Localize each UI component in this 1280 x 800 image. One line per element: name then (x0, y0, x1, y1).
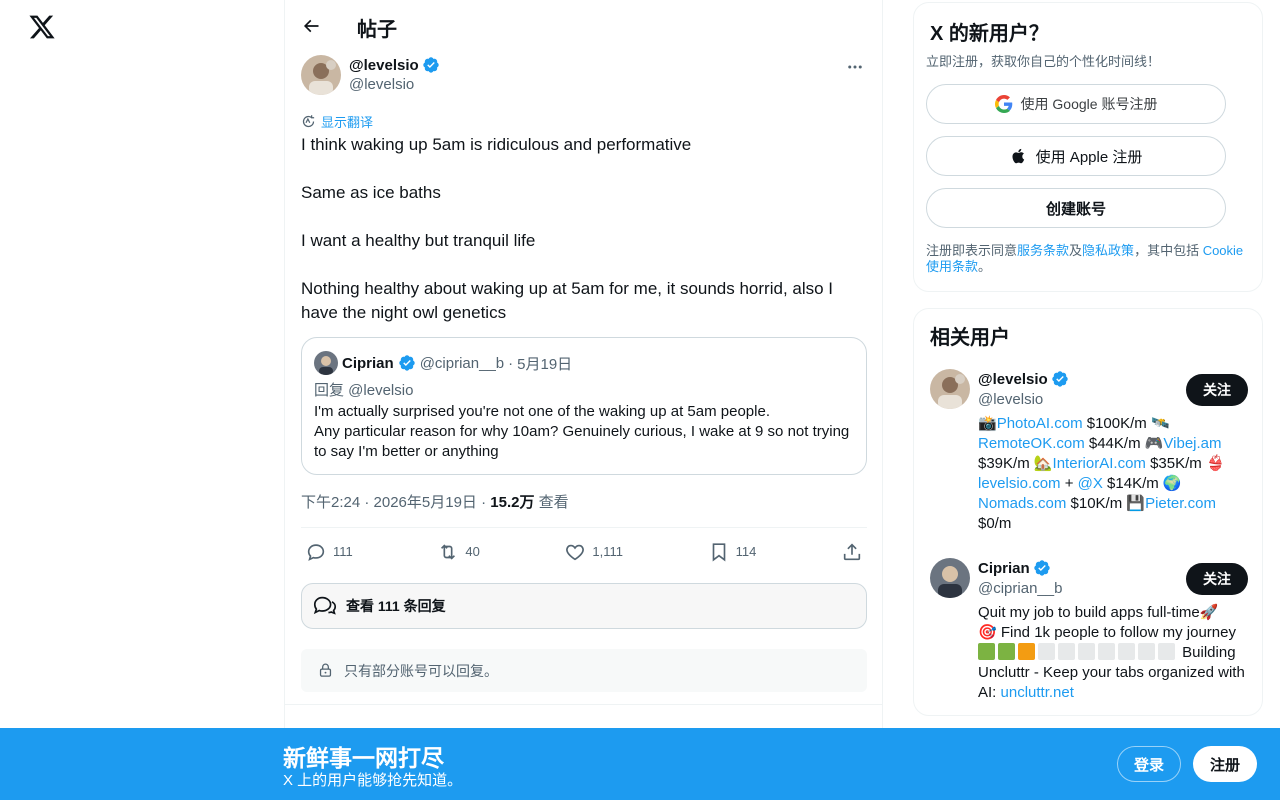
left-nav (0, 0, 284, 800)
login-button[interactable]: 登录 (1117, 746, 1181, 782)
progress-square (1098, 643, 1115, 660)
banner-title: 新鲜事一网打尽 (283, 745, 444, 771)
post-actions: 111 40 1,111 114 (301, 527, 867, 575)
main-column: 帖子 @levelsio @levelsio 显示翻译 I think waki… (284, 0, 883, 800)
reply-button[interactable]: 111 (305, 541, 353, 563)
progress-square (1038, 643, 1055, 660)
quoted-post-date: 5月19日 (517, 355, 573, 373)
progress-square (1138, 643, 1155, 660)
quoted-post-header: Ciprian @ciprian__b · 5月19日 (314, 351, 572, 375)
page-title: 帖子 (357, 19, 397, 41)
progress-square (978, 643, 995, 660)
banner-subtitle: X 上的用户能够抢先知道。 (283, 772, 463, 789)
like-button[interactable]: 1,111 (564, 541, 623, 563)
related-users-title: 相关用户 (930, 327, 1010, 349)
progress-square (1058, 643, 1075, 660)
signup-subtitle: 立即注册，获取你自己的个性化时间线！ (926, 54, 1161, 69)
bio-link[interactable]: Nomads.com (978, 495, 1066, 512)
lock-icon (319, 663, 332, 677)
verified-badge-icon (1033, 559, 1051, 577)
follow-button[interactable]: 关注 (1186, 374, 1248, 406)
signup-banner: 新鲜事一网打尽 X 上的用户能够抢先知道。 登录 注册 (0, 728, 1280, 800)
post-paragraph: Nothing healthy about waking up at 5am f… (301, 279, 834, 322)
author-handle[interactable]: @levelsio (349, 76, 414, 93)
post-author: @levelsio @levelsio (301, 55, 867, 95)
user-bio: 📸PhotoAI.com $100K/m 🛰️ RemoteOK.com $44… (978, 415, 1225, 532)
bookmark-button[interactable]: 114 (708, 541, 756, 563)
user-name[interactable]: Ciprian (978, 559, 1051, 577)
user-handle[interactable]: @levelsio (978, 391, 1043, 408)
author-avatar[interactable] (301, 55, 341, 95)
quoted-author-handle: @ciprian__b (419, 354, 505, 372)
quoted-post-text: I'm actually surprised you're not one of… (314, 403, 850, 460)
repost-icon (441, 543, 456, 560)
reply-icon (307, 543, 325, 561)
page-header: 帖子 (285, 0, 883, 53)
apple-signup-button[interactable]: 使用 Apple 注册 (926, 136, 1226, 176)
bio-link[interactable]: RemoteOK.com (978, 435, 1085, 452)
create-account-button[interactable]: 创建账号 (926, 188, 1226, 228)
user-handle[interactable]: @ciprian__b (978, 580, 1062, 597)
google-signup-button[interactable]: 使用 Google 账号注册 (926, 84, 1226, 124)
signup-button[interactable]: 注册 (1193, 746, 1257, 782)
translate-link[interactable]: 显示翻译 (301, 112, 373, 131)
user-bio: Quit my job to build apps full-time🚀 🎯 F… (978, 604, 1245, 701)
author-name[interactable]: @levelsio (349, 56, 440, 74)
share-button[interactable] (841, 541, 863, 563)
separator-dot: · (508, 354, 514, 372)
progress-square (1018, 643, 1035, 660)
views-label: 查看 (534, 494, 569, 511)
post-text: I think waking up 5am is ridiculous and … (301, 133, 861, 325)
view-replies-button[interactable]: 查看 111 条回复 (301, 583, 867, 629)
more-options-icon[interactable] (843, 55, 867, 79)
privacy-link[interactable]: 隐私政策 (1082, 243, 1134, 258)
user-avatar[interactable] (930, 558, 970, 598)
bio-link[interactable]: Vibej.am (1163, 435, 1221, 452)
bio-link[interactable]: InteriorAI.com (1053, 455, 1146, 472)
view-count: 15.2万 (490, 494, 535, 511)
bookmark-icon (712, 542, 725, 561)
progress-square (998, 643, 1015, 660)
bio-link[interactable]: Pieter.com (1145, 495, 1216, 512)
repost-button[interactable]: 40 (437, 541, 480, 563)
bio-link[interactable]: uncluttr.net (1001, 684, 1074, 701)
bio-link[interactable]: PhotoAI.com (997, 415, 1083, 432)
heart-icon (566, 544, 585, 560)
translate-icon (302, 115, 315, 128)
progress-square (1158, 643, 1175, 660)
divider (285, 704, 883, 705)
bio-link[interactable]: @X (1078, 475, 1103, 492)
quoted-author-name: Ciprian (342, 354, 394, 372)
follow-button[interactable]: 关注 (1186, 563, 1248, 595)
back-arrow-icon[interactable] (297, 12, 325, 40)
verified-badge-icon (422, 56, 440, 74)
share-icon (843, 542, 861, 560)
reply-restricted-notice: 只有部分账号可以回复。 (301, 649, 867, 692)
terms-text: 注册即表示同意服务条款及隐私政策，其中包括 Cookie 使用条款。 (926, 243, 1244, 274)
google-icon (994, 95, 1012, 113)
related-users-card: 相关用户 @levelsio @levelsio 关注 📸PhotoAI.com… (913, 308, 1263, 716)
progress-squares (978, 643, 1178, 661)
verified-badge-icon (1051, 370, 1069, 388)
post-paragraph: Same as ice baths (301, 183, 441, 202)
user-name[interactable]: @levelsio (978, 370, 1069, 388)
apple-icon (1012, 148, 1024, 164)
post-meta: 下午2:24 · 2026年5月19日 · 15.2万 查看 (301, 491, 569, 512)
quoted-post[interactable]: Ciprian @ciprian__b · 5月19日 回复 @levelsio… (301, 337, 867, 475)
x-logo-icon[interactable] (28, 13, 56, 41)
quoted-reply-to: 回复 @levelsio (314, 382, 414, 399)
post-timestamp[interactable]: 下午2:24 · 2026年5月19日 · (301, 494, 490, 511)
progress-square (1078, 643, 1095, 660)
signup-title: X 的新用户？ (930, 23, 1049, 45)
bio-link[interactable]: levelsio.com (978, 475, 1061, 492)
terms-link[interactable]: 服务条款 (1017, 243, 1069, 258)
user-avatar[interactable] (930, 369, 970, 409)
signup-card: X 的新用户？ 立即注册，获取你自己的个性化时间线！ 使用 Google 账号注… (913, 2, 1263, 292)
post-paragraph: I think waking up 5am is ridiculous and … (301, 135, 692, 154)
chat-bubbles-icon (313, 596, 337, 615)
post-paragraph: I want a healthy but tranquil life (301, 231, 536, 250)
quoted-author-avatar (314, 351, 338, 375)
progress-square (1118, 643, 1135, 660)
verified-badge-icon (398, 354, 416, 372)
